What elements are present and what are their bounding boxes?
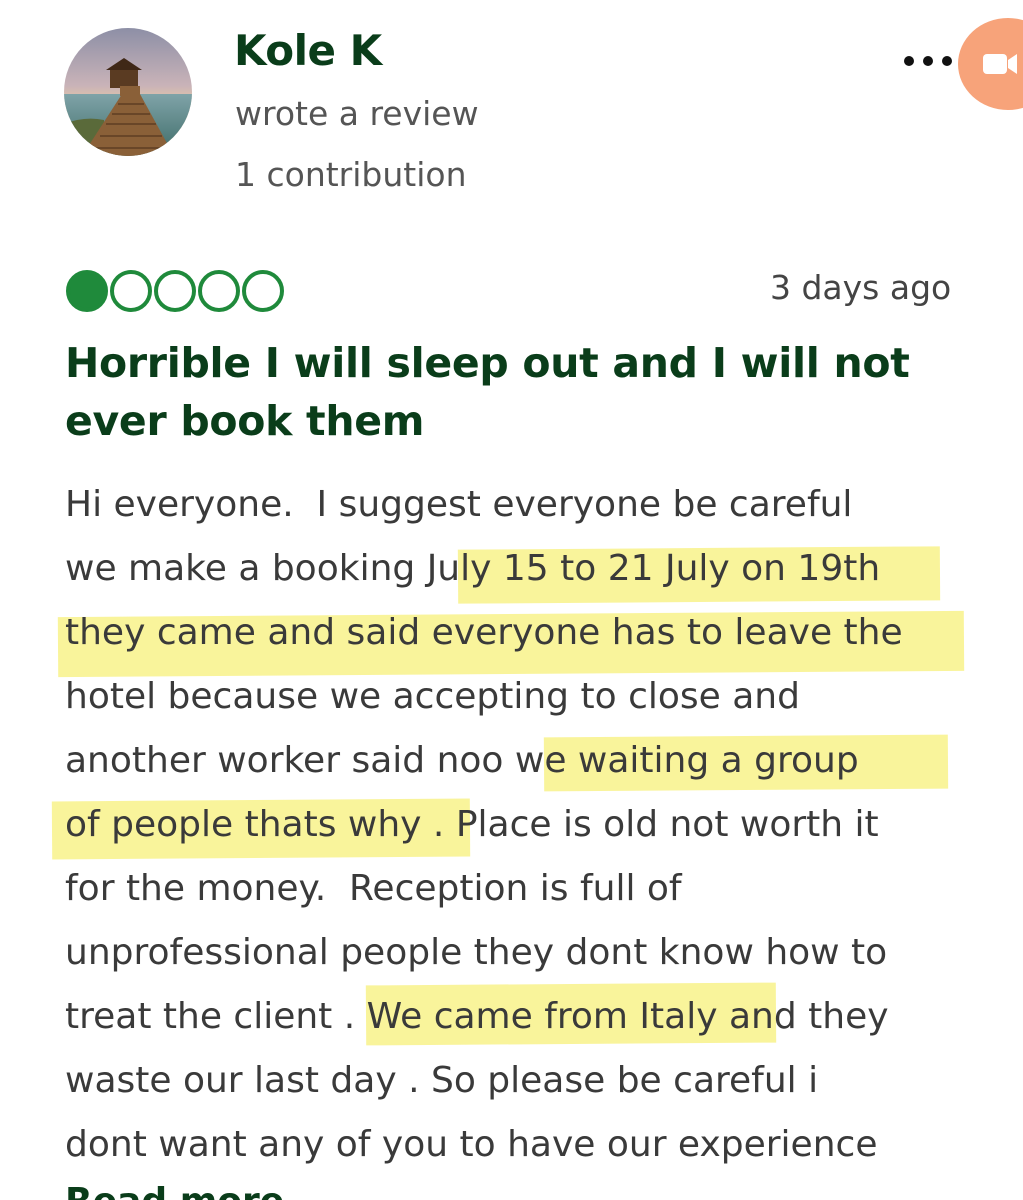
review-body-line: they came and said everyone has to leave… [65,612,903,653]
rating-bubble-empty [198,270,240,312]
review-body-line: another worker said noo we waiting a gro… [65,740,859,781]
rating-bubble-filled [66,270,108,312]
reviewer-contributions: 1 contribution [235,155,467,194]
more-horizontal-icon [904,56,914,66]
review-body-line: waste our last day . So please be carefu… [65,1060,819,1101]
review-body-line: treat the client . We came from Italy an… [65,996,889,1037]
rating-bubble-empty [242,270,284,312]
review-body-line: for the money. Reception is full of [65,868,682,909]
rating-bubbles [66,270,284,312]
review-body-line: unprofessional people they dont know how… [65,932,888,973]
video-camera-icon [983,54,1017,74]
rating-bubble-empty [154,270,196,312]
pier-sunset-avatar-icon [64,28,192,156]
review-body-line: hotel because we accepting to close and [65,676,800,717]
review-body-line: we make a booking July 15 to 21 July on … [65,548,881,589]
avatar[interactable] [64,28,192,156]
read-more-link[interactable]: Read more [65,1184,305,1200]
reviewer-action: wrote a review [235,94,479,133]
rating-bubble-empty [110,270,152,312]
review-body-line: of people thats why . Place is old not w… [65,804,879,845]
floating-video-button[interactable] [958,18,1023,110]
review-date: 3 days ago [770,268,952,307]
more-options-button[interactable] [896,44,960,78]
review-title[interactable]: Horrible I will sleep out and I will not… [65,334,965,450]
review-body-line: dont want any of you to have our experie… [65,1124,878,1165]
reviewer-name[interactable]: Kole K [234,26,382,75]
review-body: Hi everyone. I suggest everyone be caref… [0,0,1023,1200]
review-body-line: Hi everyone. I suggest everyone be caref… [65,484,853,525]
